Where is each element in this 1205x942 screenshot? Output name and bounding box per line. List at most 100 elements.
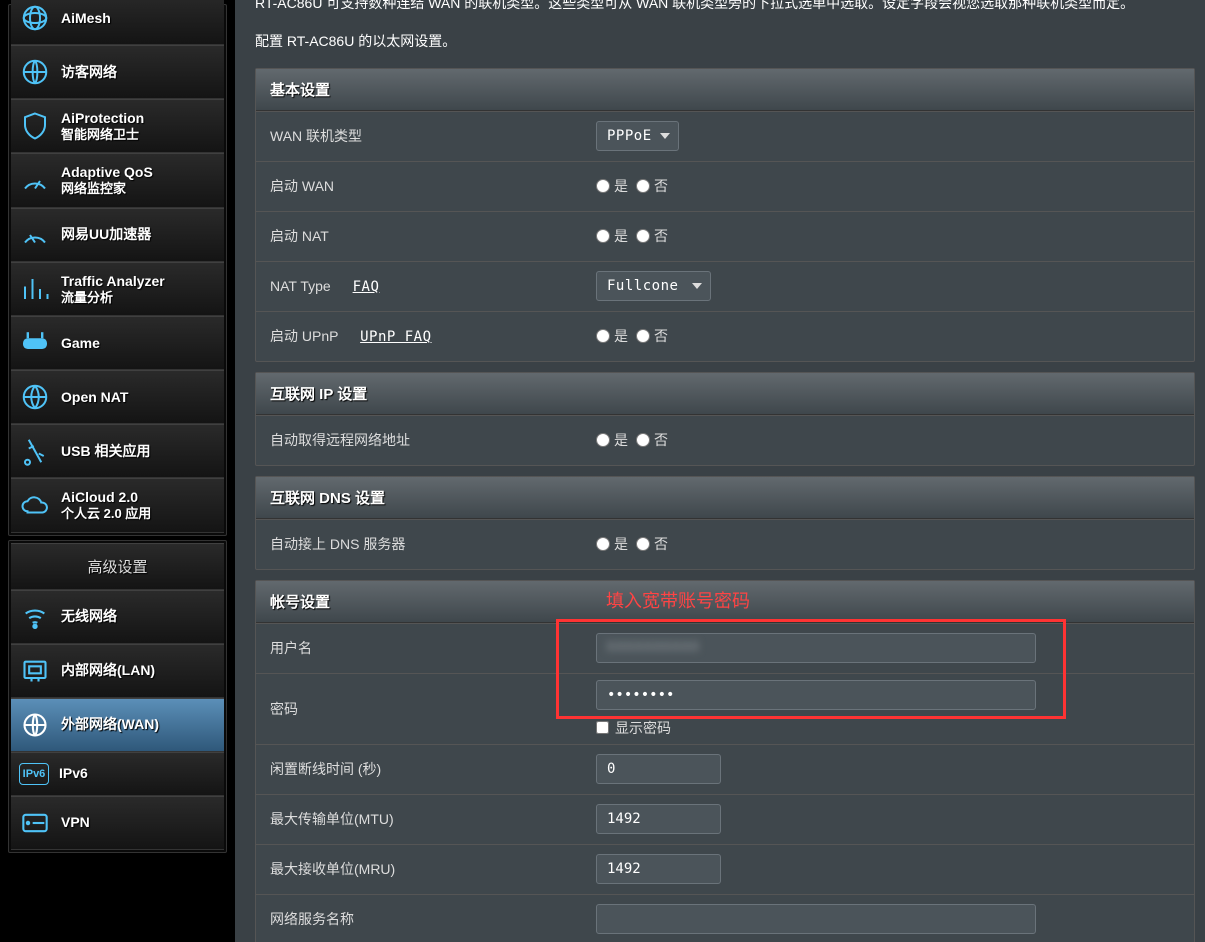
auto-dns-label: 自动接上 DNS 服务器 [256, 522, 586, 566]
sidebar-advanced-header: 高级设置 [11, 543, 224, 590]
globe-icon [19, 56, 51, 88]
shield-icon [19, 110, 51, 142]
idle-input[interactable] [596, 754, 721, 784]
sidebar-item-vpn[interactable]: VPN [11, 796, 224, 850]
globe-icon [19, 709, 51, 741]
sidebar-item-label: AiCloud 2.0 [61, 489, 151, 506]
sidebar-item-aicloud[interactable]: AiCloud 2.0 个人云 2.0 应用 [11, 478, 224, 532]
gauge-icon [19, 165, 51, 197]
sidebar-item-ipv6[interactable]: IPv6 IPv6 [11, 752, 224, 796]
sidebar-item-label: VPN [61, 814, 90, 831]
wifi-icon [19, 601, 51, 633]
username-masked: XXXXXXXXXX [606, 638, 699, 654]
mru-input[interactable] [596, 854, 721, 884]
row-auto-dns: 自动接上 DNS 服务器 是 否 [256, 519, 1194, 569]
sidebar-item-label: Game [61, 335, 100, 352]
mtu-label: 最大传输单位(MTU) [256, 797, 586, 841]
description-line-2: 配置 RT-AC86U 的以太网设置。 [255, 30, 1195, 54]
sidebar-item-label: 外部网络(WAN) [61, 716, 159, 733]
service-name-input[interactable] [596, 904, 1036, 934]
sidebar-item-label: AiProtection [61, 110, 144, 127]
sidebar-item-label: 无线网络 [61, 608, 117, 625]
sidebar-item-label: Traffic Analyzer [61, 273, 165, 290]
upnp-faq-link[interactable]: UPnP FAQ [360, 329, 431, 345]
sidebar-item-sublabel: 网络监控家 [61, 181, 153, 197]
description-line-1: RT-AC86U 可支持数种连结 WAN 的联机类型。这些类型可从 WAN 联机… [255, 0, 1195, 16]
idle-label: 闲置断线时间 (秒) [256, 747, 586, 791]
sidebar-item-label: 访客网络 [61, 64, 117, 81]
gamepad-icon [19, 327, 51, 359]
sidebar-item-aiprotection[interactable]: AiProtection 智能网络卫士 [11, 99, 224, 153]
panel-account-header: 帐号设置 [256, 581, 1194, 623]
sidebar-general-group: AiMesh 访客网络 AiProtection 智能网络卫士 Adaptive… [8, 4, 227, 536]
globe-nat-icon [19, 381, 51, 413]
row-enable-upnp: 启动 UPnP UPnP FAQ 是 否 [256, 311, 1194, 361]
auto-dns-yes[interactable]: 是 [596, 534, 628, 554]
nat-type-select[interactable]: Fullcone [596, 271, 711, 301]
row-mru: 最大接收单位(MRU) [256, 844, 1194, 894]
password-label: 密码 [256, 687, 586, 731]
enable-nat-yes[interactable]: 是 [596, 226, 628, 246]
panel-ip-header: 互联网 IP 设置 [256, 373, 1194, 415]
auto-dns-no[interactable]: 否 [636, 534, 668, 554]
mru-label: 最大接收单位(MRU) [256, 847, 586, 891]
sidebar-item-uu-accelerator[interactable]: 网易UU加速器 [11, 208, 224, 262]
row-wan-type: WAN 联机类型 PPPoE [256, 111, 1194, 161]
sidebar-item-sublabel: 流量分析 [61, 290, 165, 306]
row-nat-type: NAT Type FAQ Fullcone [256, 261, 1194, 311]
wan-type-select[interactable]: PPPoE [596, 121, 679, 151]
auto-ip-no[interactable]: 否 [636, 430, 668, 450]
row-auto-ip: 自动取得远程网络地址 是 否 [256, 415, 1194, 465]
show-password-label: 显示密码 [615, 718, 671, 738]
row-service-name: 网络服务名称 [256, 894, 1194, 942]
sidebar-advanced-group: 高级设置 无线网络 内部网络(LAN) 外部网络(WAN) IPv6 IPv6 [8, 540, 227, 853]
sidebar-item-label: AiMesh [61, 10, 111, 27]
auto-ip-yes[interactable]: 是 [596, 430, 628, 450]
sidebar-item-label: USB 相关应用 [61, 443, 150, 460]
sidebar-item-label: Open NAT [61, 389, 128, 406]
mtu-input[interactable] [596, 804, 721, 834]
sidebar-item-guest-network[interactable]: 访客网络 [11, 45, 224, 99]
enable-nat-no[interactable]: 否 [636, 226, 668, 246]
enable-wan-radio-group: 是 否 [596, 176, 668, 196]
enable-upnp-radio-group: 是 否 [596, 326, 668, 346]
sidebar-item-sublabel: 个人云 2.0 应用 [61, 506, 151, 522]
row-password: 密码 显示密码 [256, 673, 1194, 744]
row-username: 用户名 XXXXXXXXXX [256, 623, 1194, 673]
sidebar-item-label: IPv6 [59, 765, 88, 782]
ipv6-icon: IPv6 [19, 763, 49, 785]
enable-wan-no[interactable]: 否 [636, 176, 668, 196]
chart-icon [19, 273, 51, 305]
enable-upnp-label: 启动 UPnP UPnP FAQ [256, 314, 586, 358]
enable-wan-yes[interactable]: 是 [596, 176, 628, 196]
username-label: 用户名 [256, 626, 586, 670]
usb-icon [19, 435, 51, 467]
sidebar-item-game[interactable]: Game [11, 316, 224, 370]
sidebar-item-adaptive-qos[interactable]: Adaptive QoS 网络监控家 [11, 153, 224, 207]
panel-dns-header: 互联网 DNS 设置 [256, 477, 1194, 519]
password-input[interactable] [596, 680, 1036, 710]
sidebar-item-aimesh[interactable]: AiMesh [11, 0, 224, 45]
main-content: RT-AC86U 可支持数种连结 WAN 的联机类型。这些类型可从 WAN 联机… [235, 0, 1205, 942]
wan-type-label: WAN 联机类型 [256, 114, 586, 158]
sidebar-item-label: 内部网络(LAN) [61, 662, 155, 679]
sidebar-item-open-nat[interactable]: Open NAT [11, 370, 224, 424]
sidebar-item-traffic-analyzer[interactable]: Traffic Analyzer 流量分析 [11, 262, 224, 316]
row-idle: 闲置断线时间 (秒) [256, 744, 1194, 794]
nat-type-label: NAT Type FAQ [256, 266, 586, 307]
enable-upnp-no[interactable]: 否 [636, 326, 668, 346]
sidebar-item-label: 网易UU加速器 [61, 226, 151, 243]
sidebar-item-wan[interactable]: 外部网络(WAN) [11, 698, 224, 752]
show-password-checkbox[interactable] [596, 721, 609, 734]
sidebar-item-wireless[interactable]: 无线网络 [11, 590, 224, 644]
enable-upnp-yes[interactable]: 是 [596, 326, 628, 346]
panel-account: 帐号设置 用户名 XXXXXXXXXX 密码 显示密码 闲置断线时间 (秒) [255, 580, 1195, 942]
sidebar-item-lan[interactable]: 内部网络(LAN) [11, 644, 224, 698]
panel-ip: 互联网 IP 设置 自动取得远程网络地址 是 否 [255, 372, 1195, 466]
enable-wan-label: 启动 WAN [256, 164, 586, 208]
nat-type-faq-link[interactable]: FAQ [353, 279, 380, 295]
sidebar-item-usb[interactable]: USB 相关应用 [11, 424, 224, 478]
auto-ip-radio-group: 是 否 [596, 430, 668, 450]
row-enable-wan: 启动 WAN 是 否 [256, 161, 1194, 211]
auto-dns-radio-group: 是 否 [596, 534, 668, 554]
